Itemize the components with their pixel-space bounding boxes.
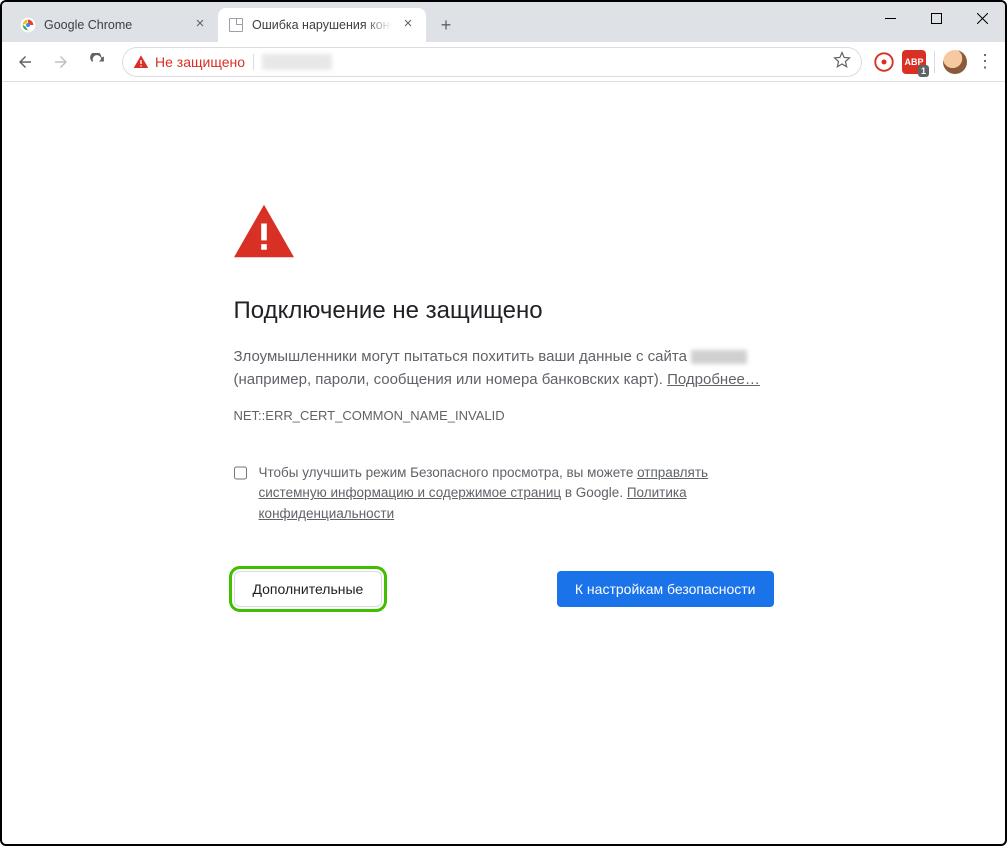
interstitial-heading: Подключение не защищено — [234, 297, 774, 325]
profile-avatar[interactable] — [941, 48, 969, 76]
tab-strip: Google Chrome × Ошибка нарушения конфиде… — [2, 2, 867, 42]
tab-title: Ошибка нарушения конфиденц — [252, 18, 392, 32]
error-code: NET::ERR_CERT_COMMON_NAME_INVALID — [234, 408, 774, 423]
optin-label: Чтобы улучшить режим Безопасного просмот… — [259, 463, 774, 526]
optin-row: Чтобы улучшить режим Безопасного просмот… — [234, 463, 774, 526]
not-secure-label: Не защищено — [155, 54, 245, 70]
yandex-extension-icon[interactable] — [870, 48, 898, 76]
titlebar: Google Chrome × Ошибка нарушения конфиде… — [2, 2, 1005, 42]
advanced-button[interactable]: Дополнительные — [234, 571, 383, 607]
body-suffix: (например, пароли, сообщения или номера … — [234, 371, 668, 388]
page-content: Подключение не защищено Злоумышленники м… — [4, 84, 1003, 842]
optin-middle: в Google. — [561, 485, 627, 500]
tab-title: Google Chrome — [44, 18, 184, 32]
body-prefix: Злоумышленники могут пытаться похитить в… — [234, 348, 692, 365]
abp-extension-icon[interactable]: ABP 1 — [900, 48, 928, 76]
minimize-button[interactable] — [867, 2, 913, 34]
close-tab-icon[interactable]: × — [400, 17, 416, 33]
optin-prefix: Чтобы улучшить режим Безопасного просмот… — [259, 465, 638, 480]
interstitial-body: Злоумышленники могут пытаться похитить в… — [234, 345, 774, 392]
address-bar[interactable]: Не защищено — [122, 47, 862, 77]
reload-button[interactable] — [80, 47, 114, 77]
tab-privacy-error[interactable]: Ошибка нарушения конфиденц × — [218, 8, 426, 42]
page-icon — [228, 17, 244, 33]
warning-triangle-icon — [133, 54, 149, 70]
button-row: Дополнительные К настройкам безопасности — [234, 571, 774, 607]
chrome-menu-button[interactable]: ⋮ — [971, 51, 999, 72]
new-tab-button[interactable]: + — [432, 11, 460, 39]
bookmark-star-icon[interactable] — [833, 51, 851, 72]
not-secure-chip[interactable]: Не защищено — [133, 54, 245, 70]
close-window-button[interactable] — [959, 2, 1005, 34]
url-redacted — [262, 54, 332, 70]
site-redacted — [691, 350, 747, 364]
separator — [253, 54, 254, 70]
security-interstitial: Подключение не защищено Злоумышленники м… — [214, 204, 794, 607]
learn-more-link[interactable]: Подробнее… — [667, 371, 760, 388]
abp-count-badge: 1 — [918, 65, 929, 77]
back-button[interactable] — [8, 47, 42, 77]
toolbar: Не защищено ABP 1 ⋮ — [2, 42, 1005, 82]
warning-triangle-icon — [234, 204, 294, 258]
back-to-safety-button[interactable]: К настройкам безопасности — [557, 571, 774, 607]
close-tab-icon[interactable]: × — [192, 17, 208, 33]
browser-window: Google Chrome × Ошибка нарушения конфиде… — [0, 0, 1007, 846]
optin-checkbox[interactable] — [234, 465, 247, 481]
window-controls — [867, 2, 1005, 34]
chrome-icon — [20, 17, 36, 33]
tab-google-chrome[interactable]: Google Chrome × — [10, 8, 218, 42]
forward-button[interactable] — [44, 47, 78, 77]
maximize-button[interactable] — [913, 2, 959, 34]
separator — [934, 51, 935, 73]
